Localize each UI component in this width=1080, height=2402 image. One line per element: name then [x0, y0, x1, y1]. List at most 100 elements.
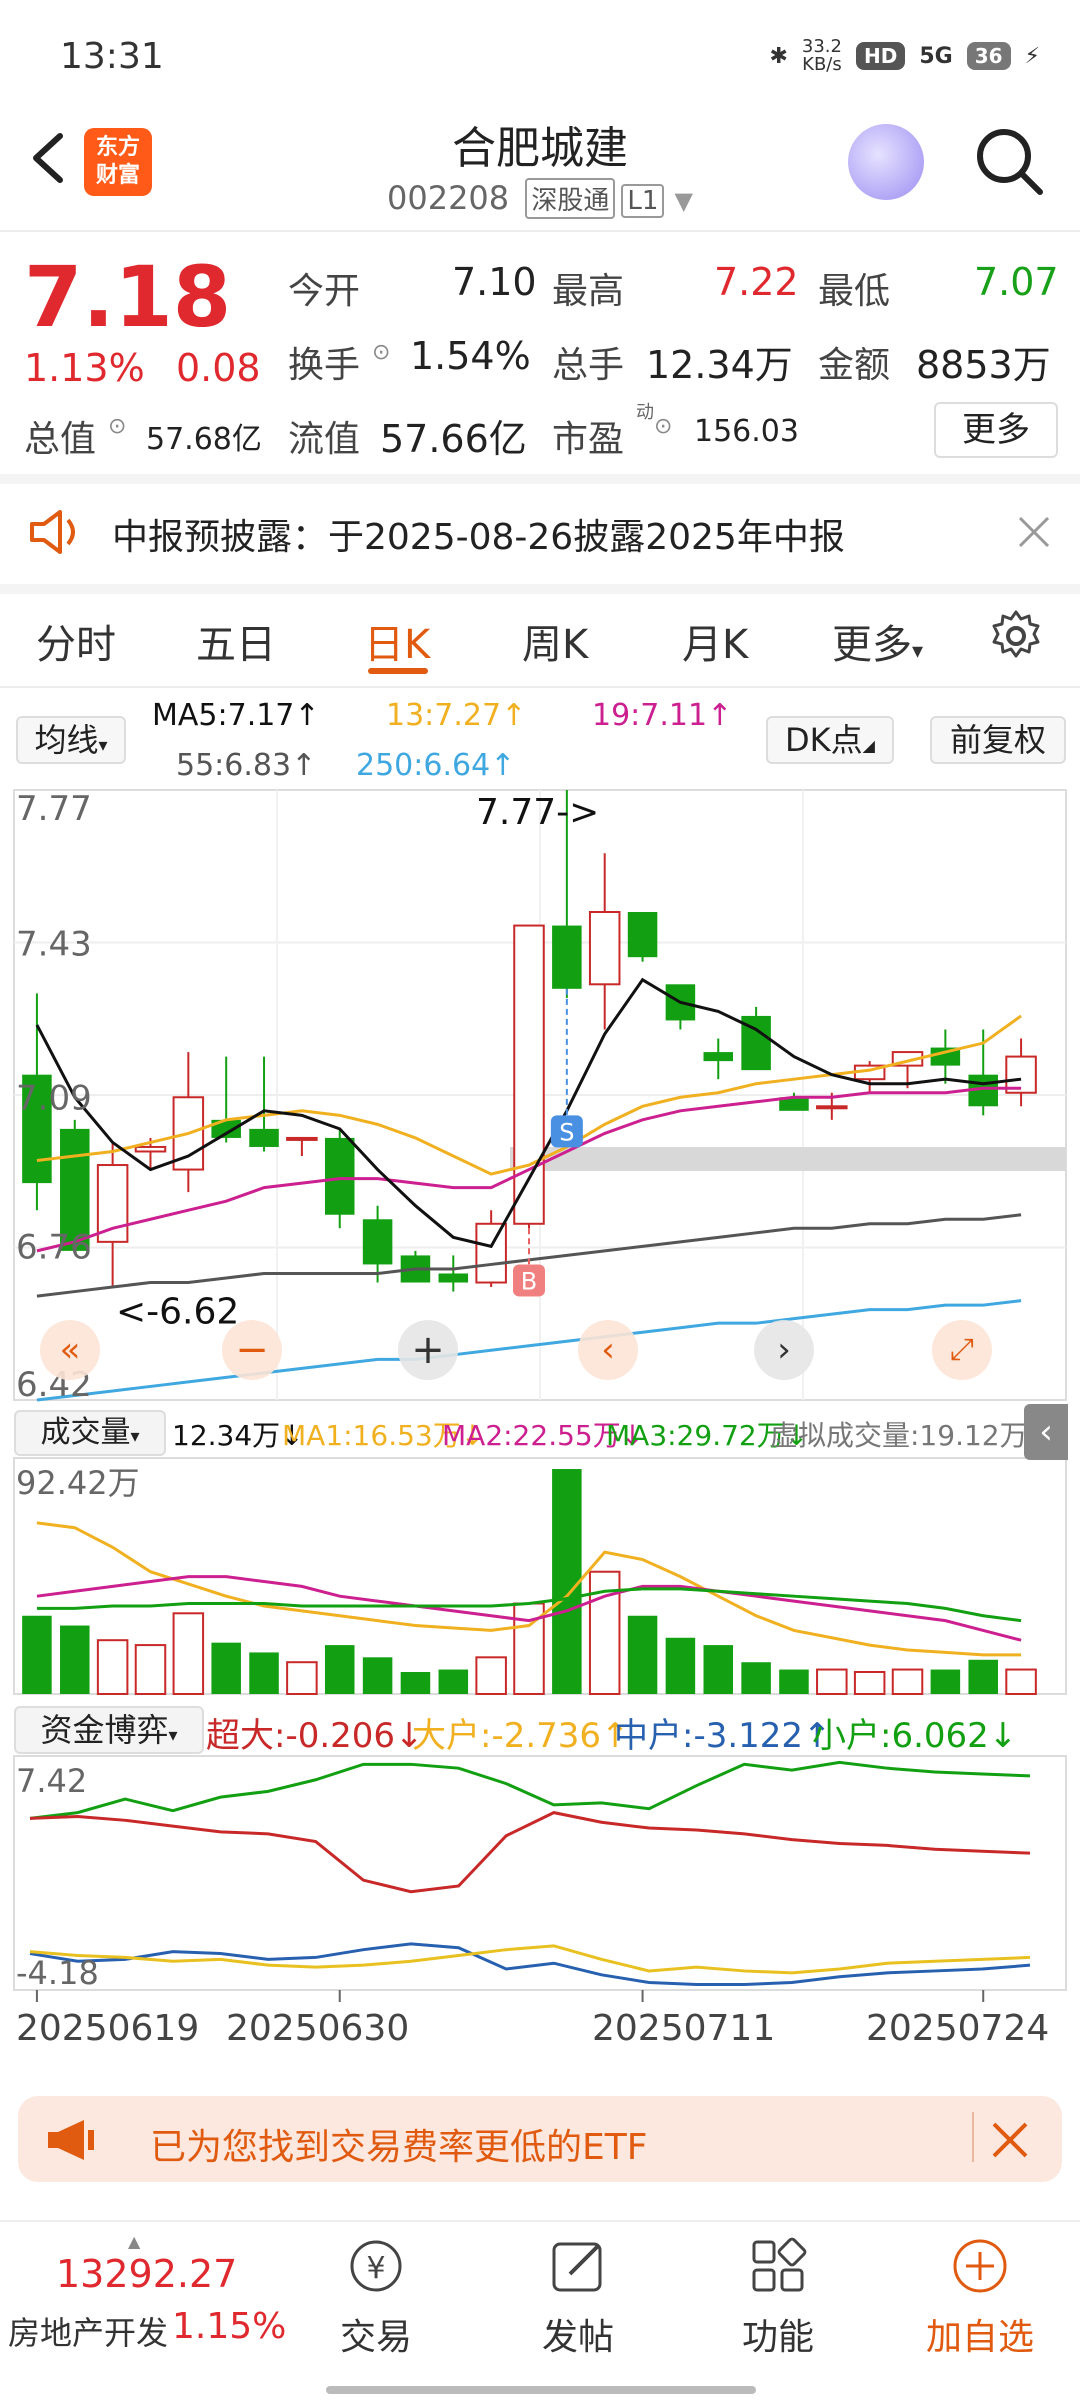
max-price-annotation: 7.77-> [476, 792, 599, 833]
turnover-value: 1.54% [410, 334, 531, 378]
fund-mid: 中户:-3.122↑ [614, 1716, 832, 1756]
volume-bar [324, 1645, 355, 1694]
trade-icon[interactable]: ¥ [346, 2236, 406, 2296]
mcap-label: 总值 [24, 419, 97, 460]
pe-superscript: 动 [636, 402, 654, 423]
assistant-avatar-icon[interactable] [848, 124, 924, 200]
float-label: 流值 [288, 419, 361, 460]
status-bar: 13:31 ✱ 33.2 KB/s HD 5G 36 ⚡ [0, 0, 1080, 110]
megaphone-icon [44, 2118, 100, 2162]
amount-label: 金额 [818, 345, 891, 386]
prev-icon[interactable]: ‹ [578, 1320, 638, 1380]
first-page-icon[interactable]: « [40, 1320, 100, 1380]
candle-body [588, 911, 621, 986]
ma13-legend: 13:7.27↑ [386, 698, 527, 733]
market-tag: 深股通 [525, 178, 616, 219]
fund-select[interactable]: 资金博弈▾ [14, 1706, 204, 1754]
tab-intraday[interactable]: 分时 [36, 612, 116, 670]
collapse-icon[interactable]: ‹ [1024, 1404, 1068, 1460]
tab-more[interactable]: 更多▾ [832, 612, 923, 670]
date-tick: 20250711 [592, 2008, 776, 2049]
home-indicator [326, 2386, 756, 2394]
add-watchlist-icon[interactable] [950, 2236, 1010, 2296]
y-tick-label: 7.09 [16, 1078, 92, 1118]
low-value: 7.07 [974, 260, 1059, 304]
status-icons: ✱ 33.2 KB/s HD 5G 36 ⚡ [769, 38, 1040, 74]
dk-point-button[interactable]: DK点◢ [766, 716, 894, 764]
trade-label[interactable]: 交易 [306, 2308, 446, 2360]
volume-bar [96, 1639, 129, 1696]
volume-label: 总手 [552, 345, 625, 386]
candle-body [627, 912, 658, 958]
section-gap [0, 584, 1080, 594]
candle-body [134, 1145, 167, 1153]
bluetooth-icon: ✱ [769, 43, 788, 69]
fund-line [29, 1944, 1031, 1975]
date-tick: 20250724 [866, 2008, 1050, 2049]
info-icon[interactable]: ⊙ [372, 340, 390, 365]
more-button[interactable]: 更多 [934, 402, 1058, 458]
volume-bar [665, 1637, 696, 1694]
close-icon[interactable] [990, 2120, 1030, 2160]
volume-bar [703, 1645, 734, 1694]
tab-five-day[interactable]: 五日 [196, 612, 276, 670]
volume-bar [438, 1669, 469, 1694]
pe-value: 156.03 [694, 414, 799, 449]
fund-line [29, 1811, 1031, 1894]
function-icon[interactable] [748, 2236, 808, 2296]
volume-bar [552, 1469, 582, 1694]
signal-icon: 5G [919, 43, 953, 69]
ma250-legend: 250:6.64↑ [356, 748, 516, 783]
tab-underline [368, 668, 428, 674]
fund-line [29, 1760, 1031, 1820]
battery-icon: 36 [966, 42, 1011, 70]
index-pct: 1.15% [172, 2306, 287, 2347]
post-icon[interactable] [548, 2236, 608, 2296]
tab-weekly-k[interactable]: 周K [522, 612, 588, 670]
change-percent: 1.13% [24, 346, 145, 390]
divider [0, 686, 1080, 688]
low-label: 最低 [818, 271, 891, 312]
volume-bar [968, 1659, 998, 1694]
tab-monthly-k[interactable]: 月K [682, 612, 748, 670]
mcap-value: 57.68亿 [146, 422, 262, 457]
volume-bar [172, 1612, 205, 1695]
change-amount: 0.08 [176, 346, 261, 390]
volume-bar [816, 1668, 848, 1696]
candle-body [324, 1137, 355, 1215]
info-icon[interactable]: ⊙ [654, 414, 672, 439]
notice-text: 中报预披露：于2025-08-26披露2025年中报 [112, 517, 845, 558]
info-icon[interactable]: ⊙ [108, 414, 126, 439]
volume-max-label: 92.42万 [16, 1464, 140, 1502]
volume-bar [891, 1668, 924, 1696]
pe-label: 市盈 [552, 419, 625, 460]
add-watchlist-label[interactable]: 加自选 [910, 2308, 1050, 2360]
ma-select[interactable]: 均线▾ [16, 716, 126, 764]
next-icon[interactable]: › [754, 1320, 814, 1380]
zoom-in-icon[interactable]: + [398, 1320, 458, 1380]
fund-max-label: 7.42 [16, 1762, 87, 1800]
volume-bar [475, 1656, 507, 1696]
function-label[interactable]: 功能 [708, 2308, 848, 2360]
svg-text:¥: ¥ [366, 2251, 385, 2286]
search-icon[interactable] [972, 124, 1048, 200]
high-value: 7.22 [714, 260, 799, 304]
fullscreen-icon[interactable]: ⤢ [932, 1320, 992, 1380]
stock-code-line[interactable]: 002208 深股通 L1 ▼ [0, 178, 1080, 219]
gear-icon[interactable] [988, 608, 1044, 664]
sector-index[interactable]: ▲ 13292.27 房地产开发 1.15% [0, 2230, 300, 2370]
high-label: 最高 [552, 271, 625, 312]
tab-daily-k[interactable]: 日K [364, 612, 430, 670]
float-value: 57.66亿 [380, 417, 527, 461]
post-label[interactable]: 发帖 [508, 2308, 648, 2360]
zoom-out-icon[interactable]: − [222, 1320, 282, 1380]
fund-min-label: -4.18 [16, 1954, 99, 1992]
volume-select[interactable]: 成交量▾ [14, 1410, 166, 1456]
adjust-button[interactable]: 前复权 [930, 716, 1066, 764]
fund-super: 超大:-0.206↓ [206, 1716, 424, 1756]
fund-large: 大户:-2.736↑ [412, 1716, 630, 1756]
volume-bar [362, 1657, 393, 1694]
buy-marker-label: B [521, 1267, 537, 1295]
close-icon[interactable] [1016, 514, 1052, 550]
turnover-label: 换手 [288, 345, 361, 386]
